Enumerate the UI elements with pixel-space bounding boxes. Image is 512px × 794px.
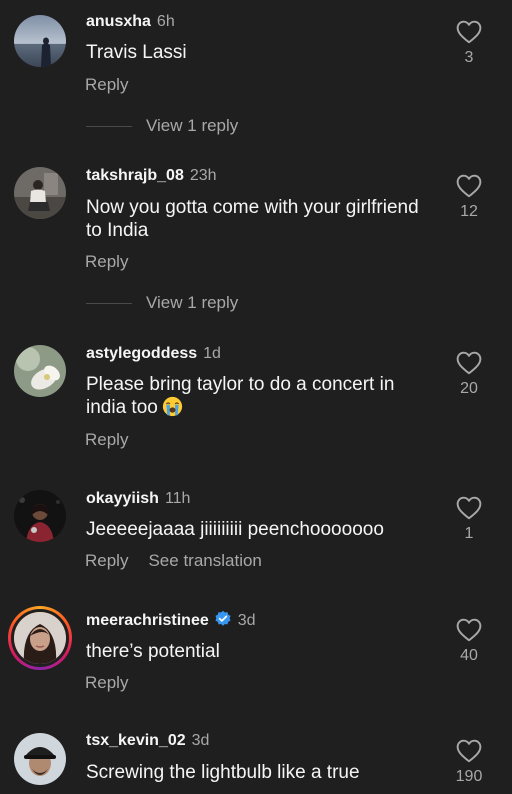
username[interactable]: tsx_kevin_02 <box>86 732 186 749</box>
divider-line <box>86 126 132 128</box>
view-replies-label: View 1 reply <box>146 293 239 312</box>
flower-photo <box>14 345 66 397</box>
reply-button[interactable]: Reply <box>85 430 128 449</box>
reply-button[interactable]: Reply <box>85 75 128 94</box>
view-replies-button[interactable]: View 1 reply <box>86 116 238 136</box>
comment-time: 1d <box>203 345 221 362</box>
like-count: 190 <box>455 768 483 785</box>
avatar[interactable] <box>14 733 66 785</box>
username[interactable]: okayyiish <box>86 490 159 507</box>
beach-silhouette-photo <box>14 15 66 67</box>
comment-text: Jeeeeejaaaa jiiiiiiiii peenchooooooo <box>86 519 384 540</box>
reply-button[interactable]: Reply <box>85 252 128 271</box>
comment-text: Now you gotta come with your girlfriend … <box>86 197 419 241</box>
avatar <box>11 609 69 667</box>
heart-icon[interactable] <box>456 174 482 198</box>
like-count: 12 <box>460 203 478 220</box>
comment-time: 3d <box>191 732 210 749</box>
avatar[interactable] <box>14 167 66 219</box>
comment-text: there’s potential <box>86 641 220 662</box>
username[interactable]: meerachristinee <box>86 612 209 629</box>
like-count: 1 <box>464 525 474 542</box>
comment-text: Travis Lassi <box>86 42 187 63</box>
comment-time: 11h <box>164 490 191 507</box>
comment-time: 23h <box>189 167 217 184</box>
divider-line <box>86 303 132 305</box>
username[interactable]: takshrajb_08 <box>86 167 184 184</box>
heart-icon[interactable] <box>456 351 482 375</box>
like-count: 3 <box>464 49 474 66</box>
person-sitting-photo <box>14 167 66 219</box>
username[interactable]: astylegoddess <box>86 345 197 362</box>
man-cap-photo <box>14 733 66 785</box>
avatar[interactable] <box>14 345 66 397</box>
comment-text: Please bring taylor to do a concert in i… <box>86 373 426 419</box>
avatar[interactable] <box>14 490 66 542</box>
comment-time: 3d <box>237 612 256 629</box>
loudly-crying-face-icon <box>162 396 182 417</box>
heart-icon[interactable] <box>456 20 482 44</box>
avatar-story-ring[interactable] <box>8 606 72 670</box>
heart-icon[interactable] <box>456 739 482 763</box>
verified-badge-icon <box>215 610 231 626</box>
heart-icon[interactable] <box>456 496 482 520</box>
username[interactable]: anusxha <box>86 13 151 30</box>
view-replies-label: View 1 reply <box>146 116 239 135</box>
woman-portrait-photo <box>14 612 66 664</box>
view-replies-button[interactable]: View 1 reply <box>86 293 238 313</box>
comment-text-body: Please bring taylor to do a concert in i… <box>86 374 395 418</box>
dark-portrait-photo <box>14 490 66 542</box>
comment-text: Screwing the lightbulb like a true <box>86 762 360 783</box>
reply-button[interactable]: Reply <box>85 551 128 570</box>
avatar[interactable] <box>14 15 66 67</box>
like-count: 20 <box>460 380 478 397</box>
heart-icon[interactable] <box>456 618 482 642</box>
reply-button[interactable]: Reply <box>85 673 128 692</box>
see-translation-button[interactable]: See translation <box>148 551 261 570</box>
like-count: 40 <box>460 647 478 664</box>
comment-time: 6h <box>156 13 175 30</box>
